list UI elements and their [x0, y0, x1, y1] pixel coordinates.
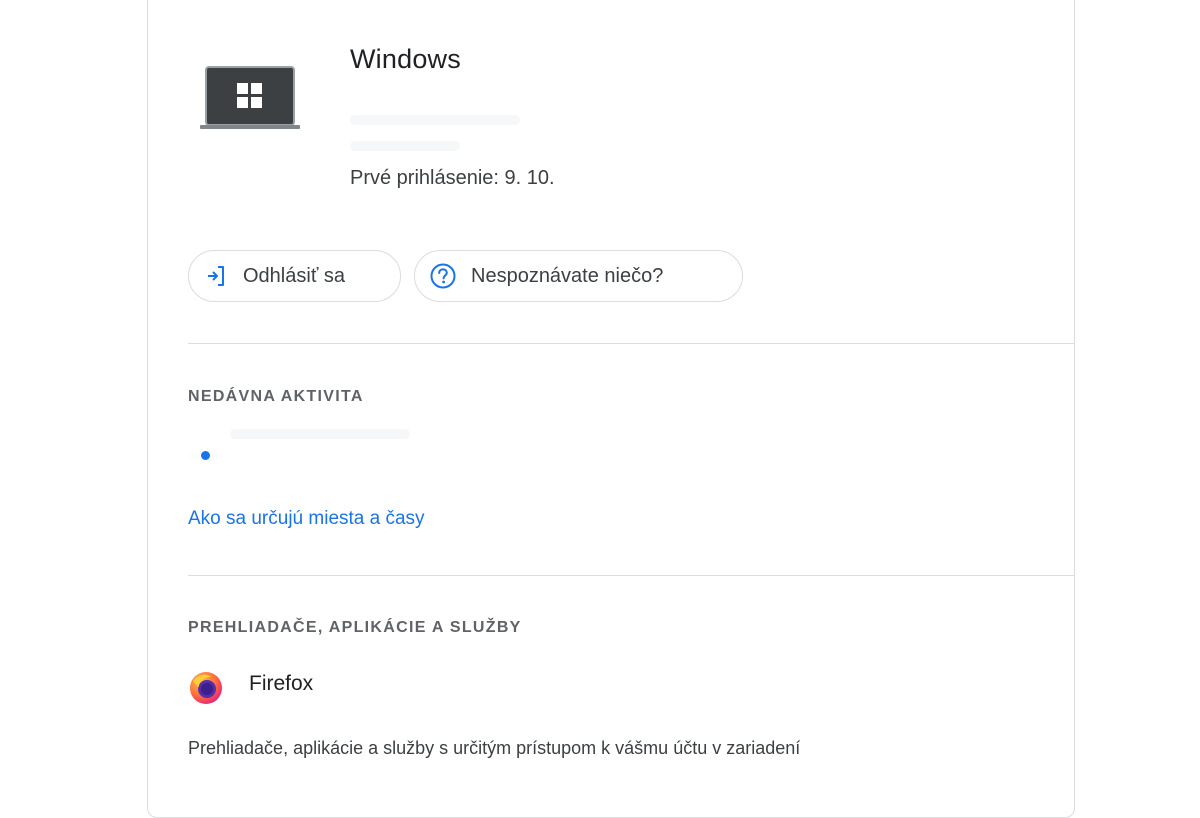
sign-out-icon [208, 266, 224, 286]
device-details-card: Windows Prvé prihlásenie: 9. 10. Odhlási… [147, 0, 1075, 818]
firefox-icon [189, 671, 223, 705]
redacted-activity [230, 429, 410, 439]
how-locations-determined-link[interactable]: Ako sa určujú miesta a časy [188, 508, 425, 530]
redacted-detail [350, 141, 460, 151]
first-signin-text: Prvé prihlásenie: 9. 10. [350, 167, 555, 189]
section-divider [188, 575, 1074, 576]
device-name: Windows [350, 44, 461, 74]
section-divider [188, 343, 1074, 344]
recent-activity-heading: NEDÁVNA AKTIVITA [188, 388, 364, 405]
sign-out-label: Odhlásiť sa [243, 264, 345, 287]
windows-laptop-icon [200, 63, 300, 135]
apps-description: Prehliadače, aplikácie a služby s určitý… [188, 738, 801, 758]
help-circle-icon [430, 263, 456, 289]
unrecognized-activity-button[interactable]: Nespoznávate niečo? [414, 250, 743, 302]
unrecognized-label: Nespoznávate niečo? [471, 264, 664, 287]
activity-dot-icon [201, 451, 210, 460]
redacted-detail [350, 115, 520, 125]
sign-out-button[interactable]: Odhlásiť sa [188, 250, 401, 302]
apps-heading: PREHLIADAČE, APLIKÁCIE A SLUŽBY [188, 619, 522, 636]
app-name-firefox: Firefox [249, 672, 314, 695]
